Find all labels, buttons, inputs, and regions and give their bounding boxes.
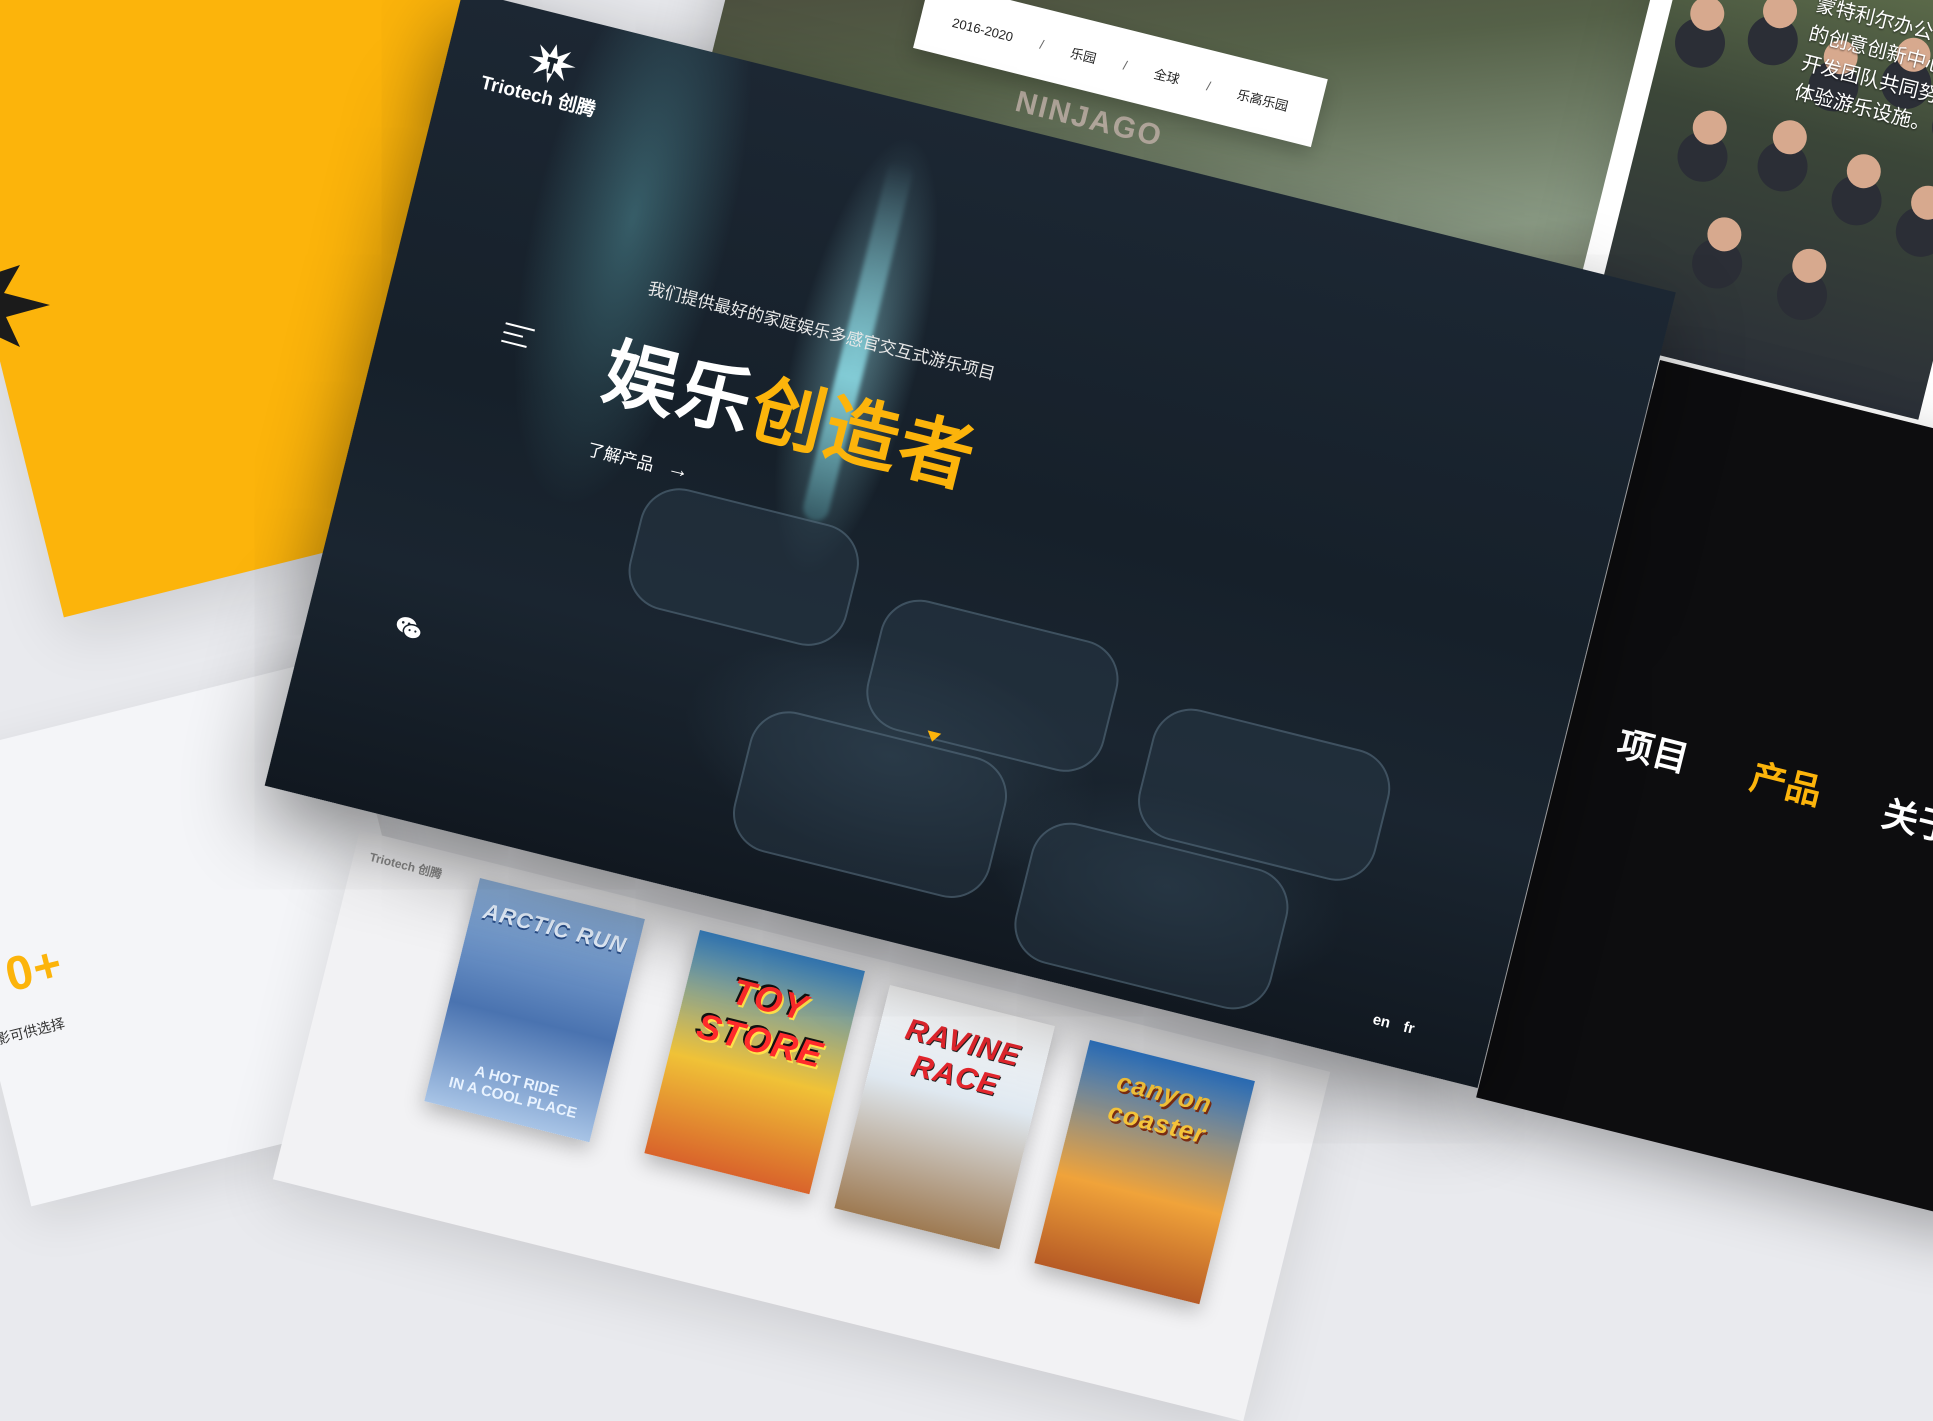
tab-separator: / — [1205, 77, 1213, 94]
tab-separator: / — [1038, 36, 1046, 52]
history-tab-legoland[interactable]: 乐高乐园 — [1235, 84, 1290, 115]
history-tab-park[interactable]: 乐园 — [1069, 42, 1099, 67]
hamburger-menu-icon[interactable] — [499, 322, 536, 355]
history-tab-global[interactable]: 全球 — [1152, 63, 1182, 88]
arrow-right-icon: → — [664, 454, 693, 484]
lang-en-link[interactable]: en — [1371, 1011, 1392, 1032]
lang-fr-link[interactable]: fr — [1402, 1019, 1417, 1038]
triotech-star-logo-icon — [0, 265, 50, 347]
poster-title: RAVINE RACE — [902, 1012, 1024, 1103]
cta-label: 了解产品 — [585, 439, 656, 475]
language-switcher: en fr — [1371, 1011, 1416, 1038]
scroll-down-triangle-icon[interactable] — [925, 730, 942, 744]
wechat-icon[interactable] — [393, 613, 426, 643]
triotech-logo[interactable]: Triotech 创腾 — [478, 29, 611, 123]
poster-title: canyon coaster — [1105, 1066, 1216, 1150]
hero-title: 娱乐创造者 — [594, 312, 989, 508]
poster-title: TOY STORE — [692, 970, 828, 1076]
hero-title-yellow: 创造者 — [742, 366, 984, 503]
learn-products-link[interactable]: 了解产品 → — [585, 434, 692, 484]
hero-title-white: 娱乐 — [595, 329, 763, 448]
history-tab-years[interactable]: 2016-2020 — [951, 14, 1015, 44]
tab-separator: / — [1121, 57, 1129, 73]
